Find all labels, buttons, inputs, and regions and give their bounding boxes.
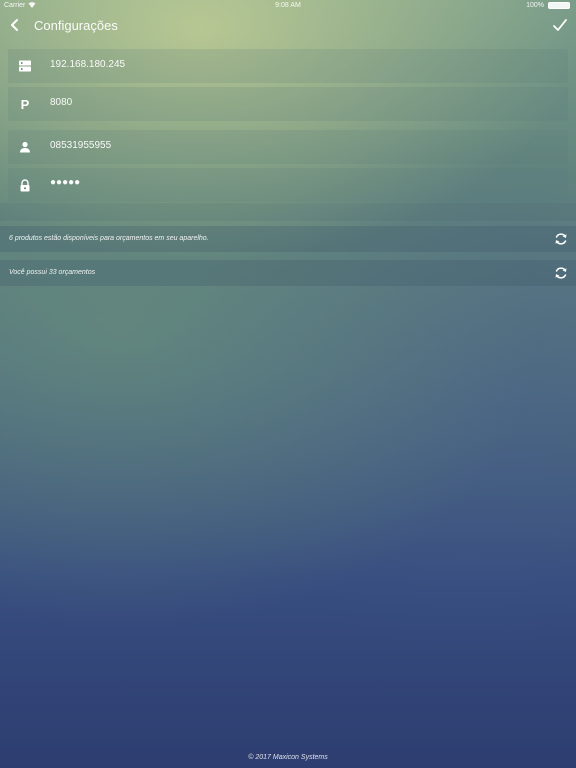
section-divider: [0, 203, 576, 221]
save-button[interactable]: [552, 16, 568, 34]
server-address-field[interactable]: 192.168.180.245: [8, 49, 568, 83]
server-address-value: 192.168.180.245: [50, 59, 126, 70]
port-value: 8080: [50, 97, 73, 108]
lock-icon: [18, 177, 32, 193]
clock: 9:08 AM: [275, 2, 301, 9]
username-field[interactable]: 08531955955: [8, 130, 568, 164]
password-field[interactable]: ●●●●●: [8, 168, 568, 202]
parking-p-icon: P: [18, 96, 32, 112]
navigation-bar: Configurações: [0, 12, 576, 40]
person-icon: [18, 139, 32, 155]
products-sync-row: 6 produtos estão disponíveis para orçame…: [0, 226, 576, 252]
port-icon-glyph: P: [20, 96, 30, 112]
checkmark-icon: [553, 19, 567, 31]
port-field[interactable]: P 8080: [8, 87, 568, 121]
refresh-icon: [555, 267, 567, 279]
username-value: 08531955955: [50, 140, 112, 151]
status-bar: Carrier 9:08 AM 100%: [0, 0, 576, 12]
refresh-budgets-button[interactable]: [554, 266, 568, 280]
server-icon: [18, 58, 32, 74]
budgets-count-text: Você possui 33 orçamentos: [9, 269, 96, 276]
refresh-icon: [555, 233, 567, 245]
products-available-text: 6 produtos estão disponíveis para orçame…: [9, 235, 209, 242]
budgets-sync-row: Você possui 33 orçamentos: [0, 260, 576, 286]
chevron-left-icon: [11, 19, 18, 31]
battery-percentage: 100%: [526, 2, 544, 9]
refresh-products-button[interactable]: [554, 232, 568, 246]
page-title: Configurações: [34, 18, 118, 33]
back-button[interactable]: [8, 16, 22, 34]
password-value: ●●●●●: [50, 177, 81, 188]
copyright-footer: © 2017 Maxicon Systems: [248, 754, 328, 761]
battery-icon: [548, 2, 570, 9]
